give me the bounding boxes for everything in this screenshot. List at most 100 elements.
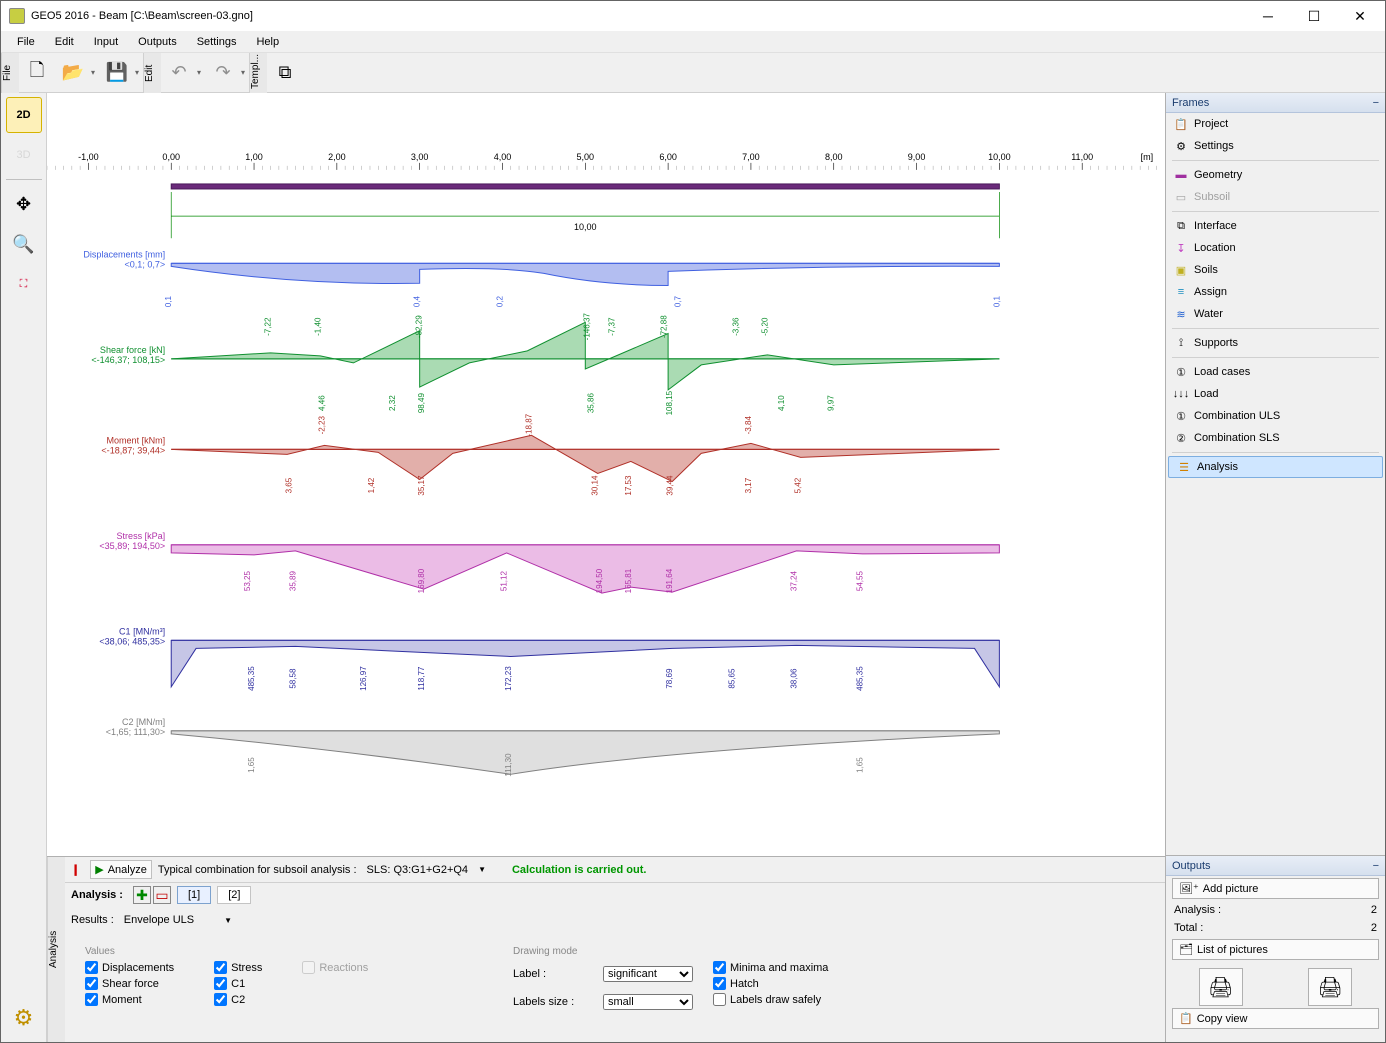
analysis-tab-2[interactable]: [2] <box>217 886 251 904</box>
save-file-icon[interactable]: 💾 <box>101 57 133 89</box>
toolbar: File 🗋 📂▾ 💾▾ Edit ↶▾ ↷▾ Templ... ⧉ <box>1 53 1385 93</box>
toolbar-tab-templ[interactable]: Templ... <box>249 53 267 93</box>
check-shear-force[interactable]: Shear force <box>85 977 174 990</box>
checkbox[interactable] <box>85 993 98 1006</box>
undo-dropdown-icon[interactable]: ▾ <box>197 68 205 77</box>
check-minima-and-maxima[interactable]: Minima and maxima <box>713 961 828 974</box>
svg-text:0,00: 0,00 <box>162 152 180 162</box>
toolbar-tab-edit[interactable]: Edit <box>143 53 161 93</box>
svg-text:38,06: 38,06 <box>789 668 798 689</box>
frame-item-location[interactable]: ↧Location <box>1166 237 1385 259</box>
svg-text:9,97: 9,97 <box>827 395 836 411</box>
frame-item-project[interactable]: 📋Project <box>1166 113 1385 135</box>
minimize-button[interactable]: ─ <box>1245 1 1291 31</box>
frame-icon: ≋ <box>1174 307 1188 321</box>
svg-text:-1,40: -1,40 <box>313 317 322 336</box>
checkbox[interactable] <box>214 993 227 1006</box>
svg-text:-5,20: -5,20 <box>760 317 769 336</box>
checkbox[interactable] <box>713 961 726 974</box>
svg-text:6,00: 6,00 <box>659 152 677 162</box>
add-picture-button[interactable]: 🖼⁺Add picture <box>1172 878 1379 899</box>
check-c1[interactable]: C1 <box>214 977 262 990</box>
list-pictures-button[interactable]: 🗂List of pictures <box>1172 939 1379 960</box>
frame-item-water[interactable]: ≋Water <box>1166 303 1385 325</box>
svg-text:Moment [kNm]: Moment [kNm] <box>106 435 165 445</box>
frame-label: Interface <box>1194 220 1237 232</box>
frame-item-interface[interactable]: ⧉Interface <box>1166 215 1385 237</box>
print-button[interactable]: 🖨 <box>1199 968 1243 1006</box>
template-icon[interactable]: ⧉ <box>269 57 301 89</box>
zoom-region-icon[interactable]: 🔍 <box>6 226 42 262</box>
open-dropdown-icon[interactable]: ▾ <box>91 68 99 77</box>
check-labels-draw-safely[interactable]: Labels draw safely <box>713 993 828 1006</box>
frame-item-load-cases[interactable]: ①Load cases <box>1166 361 1385 383</box>
analysis-tab-label[interactable]: Analysis <box>47 857 65 1042</box>
check-stress[interactable]: Stress <box>214 961 262 974</box>
frame-item-assign[interactable]: ≡Assign <box>1166 281 1385 303</box>
frame-item-analysis[interactable]: ☰Analysis <box>1168 456 1383 478</box>
frames-collapse-icon[interactable]: − <box>1373 97 1379 109</box>
check-displacements[interactable]: Displacements <box>85 961 174 974</box>
frame-item-combination-uls[interactable]: ①Combination ULS <box>1166 405 1385 427</box>
checkbox[interactable] <box>713 993 726 1006</box>
remove-analysis-button[interactable]: ▭ <box>153 886 171 904</box>
menu-outputs[interactable]: Outputs <box>128 33 187 51</box>
outputs-collapse-icon[interactable]: − <box>1373 860 1379 872</box>
print-selection-button[interactable]: 🖨 <box>1308 968 1352 1006</box>
add-analysis-button[interactable]: ✚ <box>133 886 151 904</box>
fit-view-icon[interactable]: ⛶ <box>6 266 42 302</box>
undo-icon: ↶ <box>163 57 195 89</box>
svg-text:<-18,87; 39,44>: <-18,87; 39,44> <box>101 445 165 455</box>
new-file-icon[interactable]: 🗋 <box>21 57 53 89</box>
open-file-icon[interactable]: 📂 <box>57 57 89 89</box>
checkbox[interactable] <box>85 977 98 990</box>
menu-input[interactable]: Input <box>84 33 128 51</box>
labels-size-select[interactable]: small <box>603 994 693 1010</box>
frame-item-combination-sls[interactable]: ②Combination SLS <box>1166 427 1385 449</box>
copy-view-button[interactable]: 📋Copy view <box>1172 1008 1379 1029</box>
close-button[interactable]: ✕ <box>1337 1 1383 31</box>
analyze-button[interactable]: ▶Analyze <box>90 860 152 879</box>
menu-help[interactable]: Help <box>246 33 289 51</box>
warning-icon: ❙ <box>71 863 80 876</box>
menu-settings[interactable]: Settings <box>187 33 247 51</box>
save-dropdown-icon[interactable]: ▾ <box>135 68 143 77</box>
list-pictures-icon: 🗂 <box>1179 943 1193 956</box>
svg-text:8,00: 8,00 <box>825 152 843 162</box>
checkbox[interactable] <box>713 977 726 990</box>
svg-text:30,14: 30,14 <box>591 475 600 496</box>
checkbox[interactable] <box>214 977 227 990</box>
pan-icon[interactable]: ✥ <box>6 186 42 222</box>
svg-text:85,65: 85,65 <box>727 668 736 689</box>
frame-label: Supports <box>1194 337 1238 349</box>
check-c2[interactable]: C2 <box>214 993 262 1006</box>
menu-edit[interactable]: Edit <box>45 33 84 51</box>
svg-text:35,89: 35,89 <box>288 570 297 591</box>
redo-dropdown-icon[interactable]: ▾ <box>241 68 249 77</box>
frame-label: Combination SLS <box>1194 432 1280 444</box>
label-select[interactable]: significant <box>603 966 693 982</box>
settings-gear-icon[interactable]: ⚙ <box>6 1000 42 1036</box>
combo-dropdown-icon[interactable]: ▼ <box>478 865 486 874</box>
results-dropdown-icon[interactable]: ▼ <box>224 916 232 925</box>
outputs-analysis-count: Analysis :2 <box>1166 901 1385 919</box>
check-hatch[interactable]: Hatch <box>713 977 828 990</box>
view-2d-button[interactable]: 2D <box>6 97 42 133</box>
svg-text:5,00: 5,00 <box>577 152 595 162</box>
check-moment[interactable]: Moment <box>85 993 174 1006</box>
results-select[interactable]: Envelope ULS <box>120 913 218 927</box>
combo-value[interactable]: SLS: Q3:G1+G2+Q4 <box>363 864 473 876</box>
svg-text:-1,00: -1,00 <box>78 152 99 162</box>
frame-item-settings[interactable]: ⚙Settings <box>1166 135 1385 157</box>
frame-item-geometry[interactable]: ▬Geometry <box>1166 164 1385 186</box>
checkbox[interactable] <box>214 961 227 974</box>
frame-item-supports[interactable]: ⟟Supports <box>1166 332 1385 354</box>
analysis-tab-1[interactable]: [1] <box>177 886 211 904</box>
drawing-canvas[interactable]: -1,000,001,002,003,004,005,006,007,008,0… <box>47 93 1165 856</box>
frame-item-load[interactable]: ↓↓↓Load <box>1166 383 1385 405</box>
checkbox[interactable] <box>85 961 98 974</box>
menu-file[interactable]: File <box>7 33 45 51</box>
maximize-button[interactable]: ☐ <box>1291 1 1337 31</box>
toolbar-tab-file[interactable]: File <box>1 53 19 93</box>
frame-item-soils[interactable]: ▣Soils <box>1166 259 1385 281</box>
